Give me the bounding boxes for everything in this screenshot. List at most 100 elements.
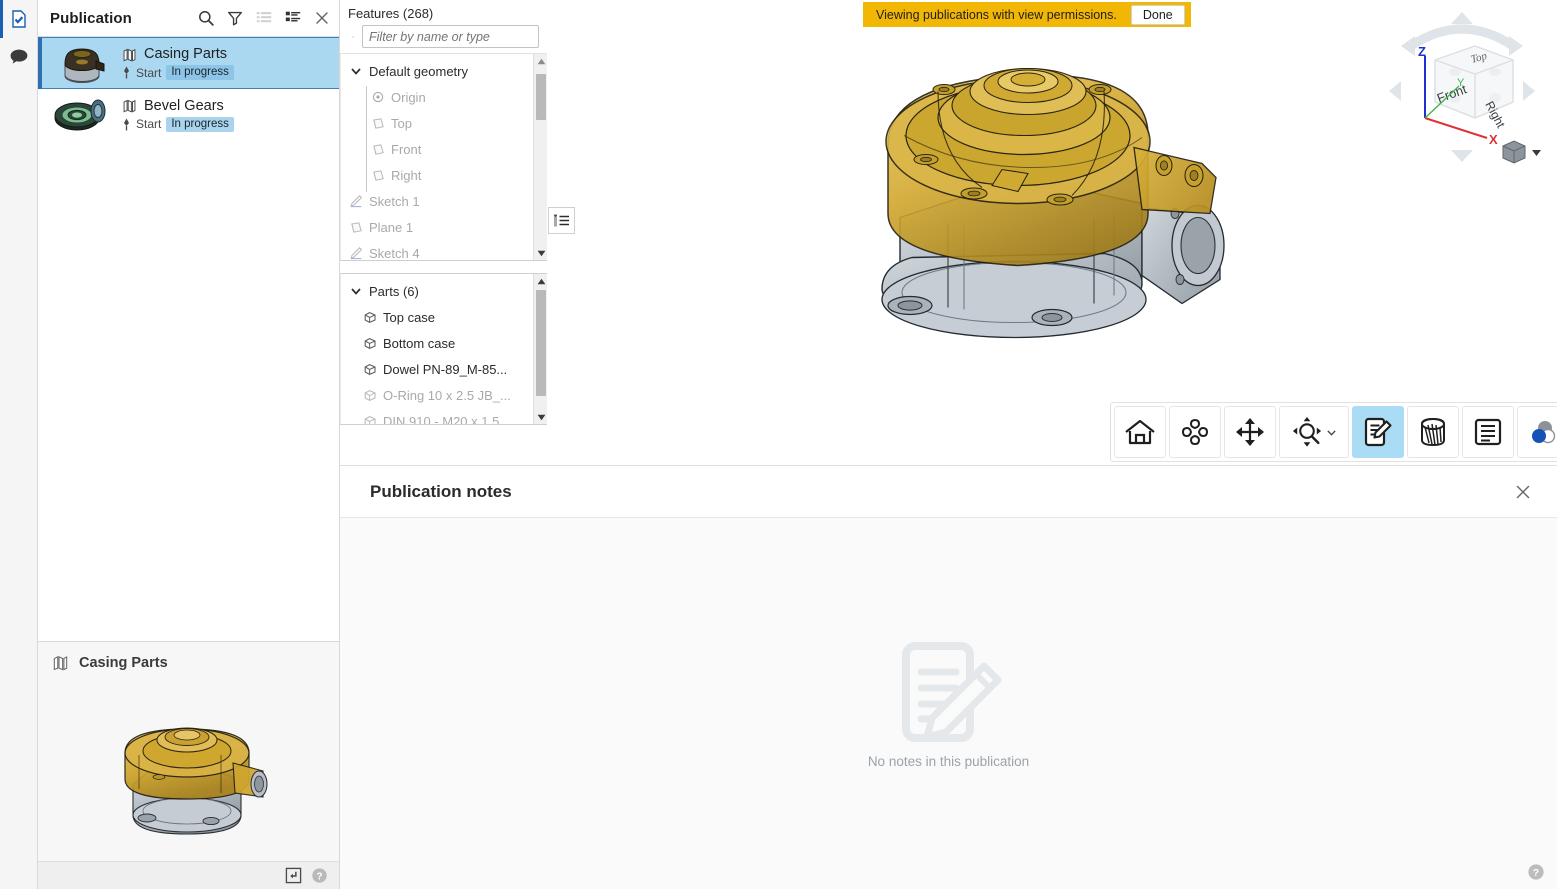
parts-tree-scrollbar[interactable] (533, 274, 547, 424)
tree-item-o-ring[interactable]: O-Ring 10 x 2.5 JB_... (341, 382, 547, 408)
stage-marker-icon (124, 66, 129, 79)
banner-done-button[interactable]: Done (1130, 4, 1185, 25)
scroll-up-arrow[interactable] (534, 274, 547, 288)
features-panel-title: Features (268) (348, 6, 434, 21)
scroll-down-arrow[interactable] (534, 410, 547, 424)
publication-item-meta: Casing Parts Start In progress (122, 46, 234, 80)
notes-header: Publication notes (340, 466, 1557, 518)
tree-item-top-plane[interactable]: Top (341, 110, 547, 136)
toolbar-button-publication-notes[interactable] (1352, 406, 1404, 458)
origin-icon (371, 91, 385, 103)
chevron-down-icon[interactable] (1532, 150, 1541, 156)
publication-icon (123, 48, 136, 61)
detail-view-icon[interactable] (284, 9, 302, 27)
chevron-down-icon[interactable] (349, 65, 363, 77)
toolbar-button-home-view[interactable] (1114, 406, 1166, 458)
toolbar-button-bill-of-materials[interactable] (1462, 406, 1514, 458)
publication-notes-panel: Publication notes No notes in this publi… (340, 465, 1557, 889)
tree-item-label: O-Ring 10 x 2.5 JB_... (383, 387, 511, 403)
bevel-gears-thumbnail-icon (54, 99, 106, 130)
plane-icon (371, 117, 385, 130)
tree-item-right-plane[interactable]: Right (341, 162, 547, 188)
part-icon (363, 362, 377, 376)
scroll-up-arrow[interactable] (534, 54, 547, 68)
publication-panel-title: Publication (50, 9, 132, 27)
view-cube[interactable]: Top Front Right Z X Y (1377, 6, 1547, 176)
close-icon[interactable] (313, 9, 331, 27)
tree-item-sketch-1[interactable]: Sketch 1 (341, 188, 547, 214)
parts-tree-box: Parts (6) Top case Bottom case Dowel PN-… (340, 273, 547, 425)
feature-list-toggle-button[interactable] (548, 207, 575, 234)
list-view-icon[interactable] (255, 9, 273, 27)
tree-group-label: Default geometry (369, 63, 468, 79)
publication-icon (123, 99, 136, 113)
tree-item-origin[interactable]: Origin (341, 84, 547, 110)
features-panel: Features (268) Default geometry (340, 0, 547, 465)
open-panel-icon[interactable] (285, 867, 302, 884)
cube-icon[interactable] (1502, 140, 1526, 164)
tree-item-label: Bottom case (383, 335, 456, 351)
features-filter-input[interactable] (362, 25, 539, 48)
toolbar-button-section-view[interactable] (1407, 406, 1459, 458)
tree-group-default-geometry[interactable]: Default geometry (341, 58, 547, 84)
tree-item-label: Sketch 1 (369, 193, 420, 209)
close-icon[interactable] (1513, 482, 1533, 502)
features-tree: Default geometry Origin Top Front Right … (341, 54, 547, 261)
help-icon[interactable]: ? (1527, 863, 1545, 881)
axis-label-x: X (1489, 132, 1498, 147)
appearance-spheres-icon (1532, 421, 1556, 444)
plane-icon (371, 143, 385, 156)
rail-item-comments[interactable] (0, 38, 38, 76)
publication-item-stage: Start (136, 65, 162, 80)
scroll-thumb[interactable] (536, 290, 546, 396)
axis-label-z: Z (1418, 44, 1426, 59)
model-viewport[interactable]: Top Front Right Z X Y (547, 0, 1557, 465)
tree-item-label: Sketch 4 (369, 245, 420, 261)
scroll-down-arrow[interactable] (534, 246, 547, 260)
tree-guide-line (366, 86, 367, 192)
publication-list-item-casing-parts[interactable]: Casing Parts Start In progress (38, 37, 339, 89)
search-icon[interactable] (197, 9, 215, 27)
filter-icon[interactable] (226, 9, 244, 27)
publication-item-name: Casing Parts (144, 46, 228, 62)
preview-model-canvas[interactable] (38, 684, 339, 861)
pan-icon (1236, 418, 1264, 446)
part-icon (363, 310, 377, 324)
chevron-down-icon[interactable] (1326, 427, 1337, 438)
part-icon (363, 388, 377, 402)
toolbar-button-zoom[interactable] (1279, 406, 1349, 458)
tree-group-parts[interactable]: Parts (6) (341, 278, 547, 304)
tree-item-plane-1[interactable]: Plane 1 (341, 214, 547, 240)
features-filter-row (340, 25, 547, 53)
publication-list: Casing Parts Start In progress Bevel Gea… (38, 37, 339, 141)
tree-item-sketch-4[interactable]: Sketch 4 (341, 240, 547, 261)
chevron-down-icon[interactable] (349, 285, 363, 297)
zoom-fit-icon (1292, 416, 1322, 447)
help-icon[interactable]: ? (311, 867, 328, 884)
tree-item-label: Right (391, 167, 422, 183)
view-toolbar (1110, 402, 1557, 462)
sketch-icon (349, 246, 363, 260)
publication-thumbnail-bevel-gears (52, 92, 114, 138)
tree-item-din-910[interactable]: DIN 910 - M20 x 1,5 (341, 408, 547, 425)
publication-header: Publication (38, 0, 339, 37)
rail-item-publication[interactable] (0, 0, 38, 38)
casing-parts-3d-model[interactable] (842, 18, 1262, 383)
tree-item-label: Dowel PN-89_M-85... (383, 361, 508, 377)
scroll-thumb[interactable] (536, 74, 546, 120)
casing-parts-thumbnail-icon (64, 48, 105, 83)
tree-item-dowel[interactable]: Dowel PN-89_M-85... (341, 356, 547, 382)
tree-item-label: DIN 910 - M20 x 1,5 (383, 413, 500, 425)
tree-item-front-plane[interactable]: Front (341, 136, 547, 162)
tree-item-top-case[interactable]: Top case (341, 304, 547, 330)
publication-list-item-bevel-gears[interactable]: Bevel Gears Start In progress (38, 89, 339, 141)
toolbar-button-appearance[interactable] (1517, 406, 1557, 458)
toolbar-button-pan[interactable] (1224, 406, 1276, 458)
parts-tree: Parts (6) Top case Bottom case Dowel PN-… (341, 274, 547, 425)
filter-icon[interactable] (352, 29, 354, 45)
toolbar-button-rotate[interactable] (1169, 406, 1221, 458)
svg-text:?: ? (316, 871, 322, 882)
publication-header-tools (197, 9, 331, 27)
tree-item-bottom-case[interactable]: Bottom case (341, 330, 547, 356)
features-tree-scrollbar[interactable] (533, 54, 547, 260)
